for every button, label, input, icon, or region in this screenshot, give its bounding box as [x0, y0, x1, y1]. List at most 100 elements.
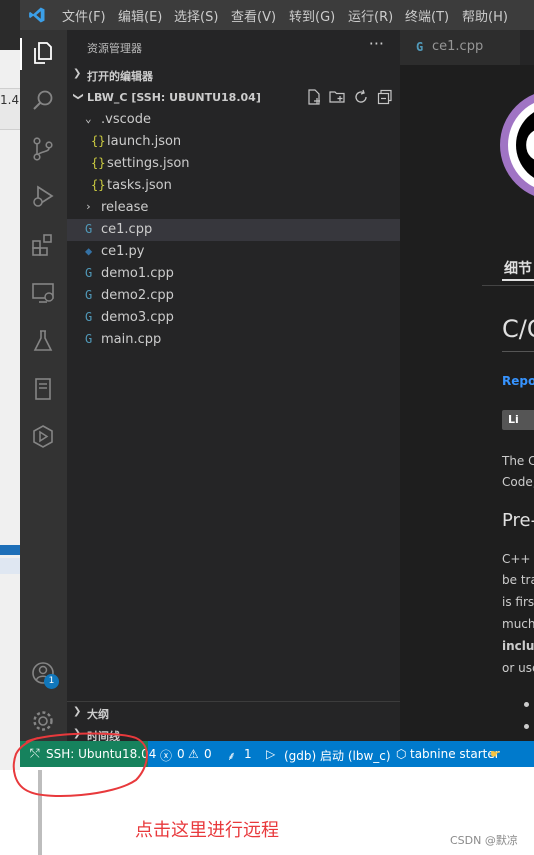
open-editors-section[interactable]: ❯ 打开的编辑器	[67, 64, 400, 86]
new-folder-icon[interactable]	[329, 89, 345, 105]
active-indicator	[20, 38, 22, 70]
readme-paragraph: is first	[502, 595, 534, 609]
cpp-file-icon: G	[85, 332, 93, 346]
background-row	[0, 558, 20, 574]
tabnine-hand-icon: ☛	[490, 747, 501, 761]
cpp-file-icon: G	[416, 40, 424, 54]
title-bar: 文件(F) 编辑(E) 选择(S) 查看(V) 转到(G) 运行(R) 终端(T…	[20, 0, 534, 30]
menu-selection[interactable]: 选择(S)	[174, 6, 218, 25]
tree-item-label: settings.json	[107, 156, 190, 171]
tree-item[interactable]: › release	[67, 197, 400, 219]
red-annotation-circle	[12, 732, 148, 797]
notebook-icon[interactable]	[30, 376, 56, 402]
workspace-label: LBW_C [SSH: UBUNTU18.04]	[87, 91, 261, 104]
menu-edit[interactable]: 编辑(E)	[118, 6, 162, 25]
ports-count[interactable]: 1	[244, 747, 252, 761]
explorer-sidebar: 资源管理器 ··· ❯ 打开的编辑器 ❯ LBW_C [SSH: UBUNTU1…	[67, 30, 400, 741]
collapse-all-icon[interactable]	[377, 89, 393, 105]
chevron-right-icon: ❯	[73, 706, 82, 717]
ports-icon[interactable]: ⸙	[227, 747, 236, 764]
readme-paragraph: much	[502, 617, 534, 631]
sidebar-title: 资源管理器	[87, 42, 142, 55]
warnings-icon[interactable]: ⚠	[188, 747, 199, 761]
cpp-file-icon: G	[85, 222, 93, 236]
list-bullet	[524, 724, 529, 729]
watermark: CSDN @默凉	[450, 834, 518, 847]
tab-label: ce1.cpp	[432, 39, 484, 54]
debug-launch-icon[interactable]: ▷	[266, 747, 275, 761]
list-bullet	[524, 702, 529, 707]
background-titlebar	[0, 0, 20, 50]
account-badge: 1	[44, 674, 59, 689]
tree-item[interactable]: ◆ ce1.py	[67, 241, 400, 263]
extension-details-view: C 细节 C/C Repo Li The C Code, Pre- C++ i …	[400, 65, 534, 741]
tree-item[interactable]: Gce1.cpp	[67, 219, 400, 241]
tree-item-label: main.cpp	[101, 332, 162, 347]
remote-explorer-icon[interactable]	[30, 280, 56, 306]
errors-icon[interactable]: ⓧ	[160, 747, 172, 764]
active-tab-underline	[502, 279, 534, 281]
more-actions-icon[interactable]: ···	[369, 34, 384, 53]
tree-item-label: demo3.cpp	[101, 310, 174, 325]
extensions-icon[interactable]	[30, 232, 56, 258]
extension-logo-letter: C	[524, 121, 534, 172]
repo-link[interactable]: Repo	[502, 374, 534, 388]
outline-label: 大纲	[87, 708, 109, 721]
tabnine-status[interactable]: tabnine starter	[410, 747, 500, 761]
tree-item-label: demo1.cpp	[101, 266, 174, 281]
tree-item-label: release	[101, 200, 149, 215]
menu-view[interactable]: 查看(V)	[231, 6, 276, 25]
new-file-icon[interactable]	[306, 89, 322, 105]
tabs-divider	[482, 285, 534, 286]
tree-item[interactable]: Gdemo1.cpp	[67, 263, 400, 285]
readme-paragraph: Code,	[502, 475, 534, 489]
python-file-icon: ◆	[85, 244, 93, 258]
json-file-icon: {}	[91, 156, 106, 170]
menu-run[interactable]: 运行(R)	[348, 6, 393, 25]
readme-badge[interactable]: Li	[502, 410, 534, 430]
readme-paragraph: The C	[502, 454, 534, 468]
open-editors-label: 打开的编辑器	[87, 70, 153, 83]
debug-config[interactable]: (gdb) 启动 (lbw_c)	[284, 747, 391, 764]
errors-count[interactable]: 0	[177, 747, 185, 761]
readme-subheading: Pre-	[502, 510, 534, 531]
tabnine-icon[interactable]: ⬡	[396, 747, 406, 761]
activity-bar: 1	[20, 30, 67, 741]
tree-item-label: ce1.cpp	[101, 222, 153, 237]
readme-paragraph: C++ i	[502, 552, 534, 566]
tree-item[interactable]: {} settings.json	[67, 153, 400, 175]
search-icon[interactable]	[30, 88, 56, 114]
tree-item[interactable]: Gdemo3.cpp	[67, 307, 400, 329]
run-debug-icon[interactable]	[30, 184, 56, 210]
tab-ce1-cpp[interactable]: G ce1.cpp	[400, 30, 520, 65]
tree-item-label: demo2.cpp	[101, 288, 174, 303]
refresh-icon[interactable]	[353, 89, 369, 105]
menu-terminal[interactable]: 终端(T)	[405, 6, 449, 25]
explorer-icon[interactable]	[30, 40, 56, 66]
annotation-text: 点击这里进行远程	[135, 820, 279, 841]
readme-paragraph: be tra	[502, 573, 534, 587]
outline-section[interactable]: ❯ 大纲	[67, 702, 400, 724]
menu-file[interactable]: 文件(F)	[62, 6, 106, 25]
testing-icon[interactable]	[30, 328, 56, 354]
remote-run-icon[interactable]	[30, 424, 56, 450]
heading-rule	[502, 351, 534, 352]
workspace-section[interactable]: ❯ LBW_C [SSH: UBUNTU18.04]	[67, 87, 400, 109]
menu-help[interactable]: 帮助(H)	[462, 6, 508, 25]
warnings-count[interactable]: 0	[204, 747, 212, 761]
tree-item-label: ce1.py	[101, 244, 145, 259]
tree-item[interactable]: {} launch.json	[67, 131, 400, 153]
chevron-right-icon: ❯	[73, 68, 82, 79]
tree-item[interactable]: {} tasks.json	[67, 175, 400, 197]
tree-item[interactable]: Gmain.cpp	[67, 329, 400, 351]
tree-item[interactable]: ⌄ .vscode	[67, 109, 400, 131]
background-bar	[0, 545, 20, 555]
tree-item[interactable]: Gdemo2.cpp	[67, 285, 400, 307]
tab-details[interactable]: 细节	[504, 258, 532, 278]
vscode-logo-icon	[29, 7, 45, 23]
menu-go[interactable]: 转到(G)	[289, 6, 335, 25]
cpp-file-icon: G	[85, 310, 93, 324]
cpp-file-icon: G	[85, 266, 93, 280]
source-control-icon[interactable]	[30, 136, 56, 162]
tree-item-label: .vscode	[101, 112, 151, 127]
